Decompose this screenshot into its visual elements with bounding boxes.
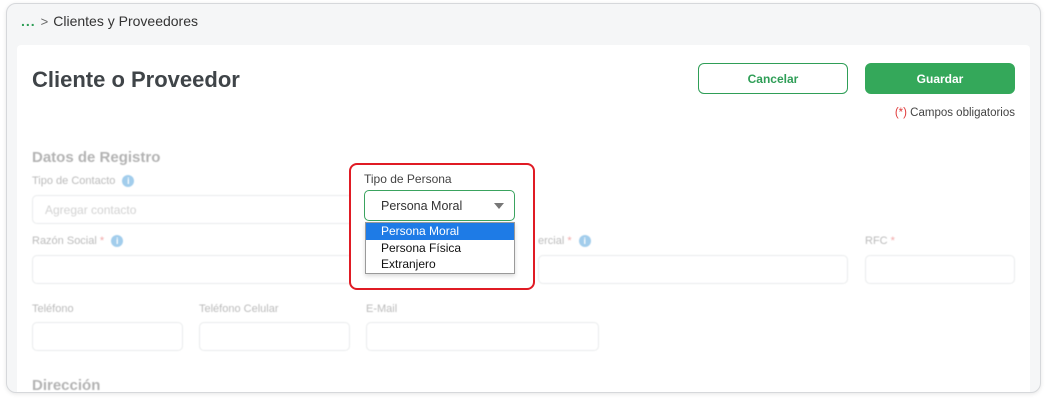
tipo-persona-label: Tipo de Persona bbox=[364, 172, 452, 186]
tipo-persona-select[interactable]: Persona Moral bbox=[364, 190, 515, 221]
tipo-persona-options: Persona Moral Persona Física Extranjero bbox=[365, 222, 515, 274]
razon-social-label-text: Razón Social bbox=[32, 235, 97, 247]
save-button[interactable]: Guardar bbox=[865, 63, 1015, 94]
page-title: Cliente o Proveedor bbox=[32, 67, 240, 92]
tipo-contacto-input[interactable] bbox=[32, 195, 362, 224]
required-text: Campos obligatorios bbox=[906, 107, 1015, 119]
nombre-comercial-label: ercial * i bbox=[538, 235, 591, 248]
required-mark: * bbox=[887, 235, 895, 247]
razon-social-label: Razón Social * i bbox=[32, 235, 124, 248]
rfc-input[interactable] bbox=[865, 255, 1015, 284]
tipo-contacto-label-text: Tipo de Contacto bbox=[32, 175, 116, 187]
razon-social-input[interactable] bbox=[32, 255, 362, 284]
required-mark: * bbox=[564, 235, 572, 247]
telefono-input[interactable] bbox=[32, 322, 183, 351]
tipo-contacto-label: Tipo de Contacto i bbox=[32, 175, 135, 188]
rfc-label-text: RFC bbox=[865, 235, 888, 247]
email-label: E-Mail bbox=[366, 303, 398, 315]
breadcrumb-ellipsis[interactable]: ... bbox=[21, 13, 36, 29]
section-title-direccion: Dirección bbox=[32, 377, 101, 393]
required-mark: * bbox=[96, 235, 105, 247]
info-icon[interactable]: i bbox=[578, 235, 591, 248]
option-persona-moral[interactable]: Persona Moral bbox=[366, 223, 514, 240]
telefono-celular-label: Teléfono Celular bbox=[199, 303, 279, 315]
tipo-persona-selected-value: Persona Moral bbox=[381, 198, 463, 213]
breadcrumb-separator-icon: > bbox=[40, 13, 49, 29]
section-title-registro: Datos de Registro bbox=[32, 149, 161, 166]
telefono-celular-input[interactable] bbox=[199, 322, 350, 351]
required-fields-note: (*) Campos obligatorios bbox=[895, 107, 1015, 119]
rfc-label: RFC * bbox=[865, 235, 895, 247]
required-star: (*) bbox=[894, 107, 907, 119]
telefono-label: Teléfono bbox=[32, 303, 74, 315]
info-icon[interactable]: i bbox=[122, 175, 135, 188]
nombre-comercial-label-text: ercial bbox=[538, 235, 565, 247]
email-input[interactable] bbox=[366, 322, 599, 351]
breadcrumb-current: Clientes y Proveedores bbox=[53, 13, 199, 29]
option-extranjero[interactable]: Extranjero bbox=[366, 256, 514, 273]
info-icon[interactable]: i bbox=[111, 235, 124, 248]
option-persona-fisica[interactable]: Persona Física bbox=[366, 240, 514, 257]
breadcrumb: ... > Clientes y Proveedores bbox=[21, 13, 198, 29]
cancel-button[interactable]: Cancelar bbox=[698, 63, 848, 94]
chevron-down-icon bbox=[494, 203, 504, 209]
nombre-comercial-input[interactable] bbox=[538, 255, 848, 284]
